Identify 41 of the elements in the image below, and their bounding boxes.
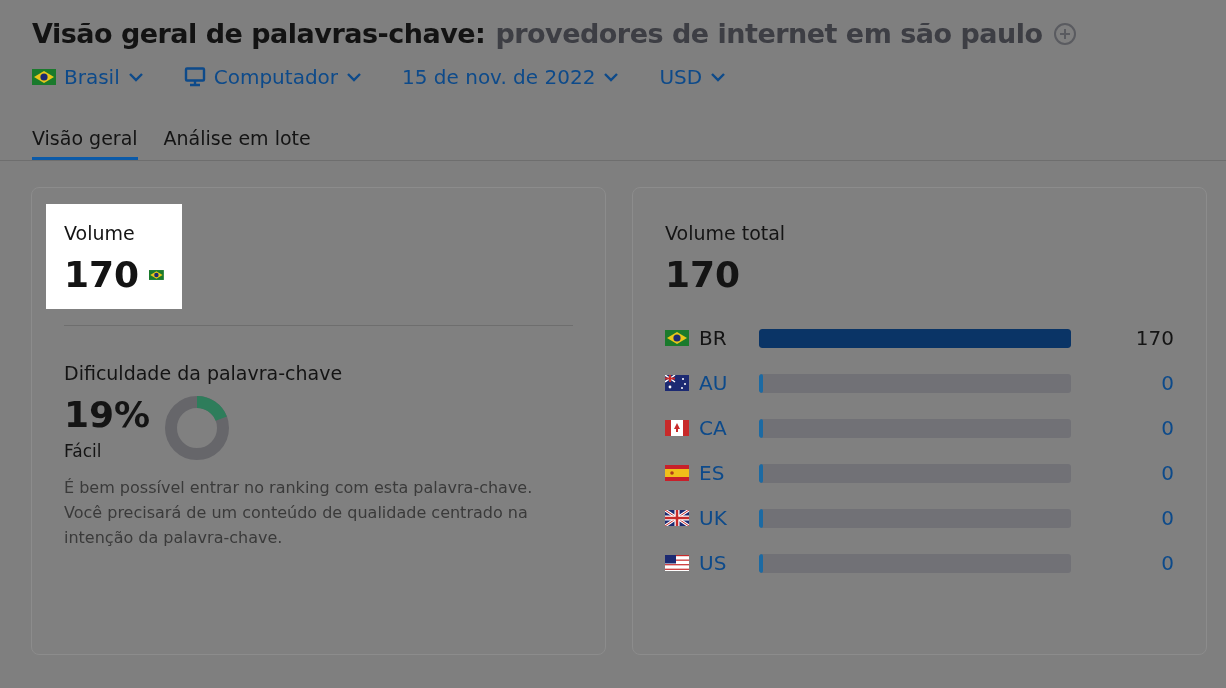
count-link[interactable]: 0 xyxy=(1071,416,1174,440)
country-link[interactable]: UK xyxy=(699,506,759,530)
chevron-down-icon xyxy=(127,72,144,82)
country-code: BR xyxy=(699,326,728,350)
tab[interactable]: Visão geral xyxy=(32,127,138,160)
volume-value: 170 xyxy=(64,254,140,295)
flag-icon xyxy=(665,330,689,346)
flag-icon xyxy=(665,510,689,526)
chevron-down-icon xyxy=(710,72,727,82)
count-link[interactable]: 0 xyxy=(1071,371,1174,395)
count-link[interactable]: 0 xyxy=(1071,551,1174,575)
difficulty-rating: Fácil xyxy=(64,441,103,461)
count-link[interactable]: 0 xyxy=(1071,506,1174,530)
filter-dropdown[interactable]: Computador xyxy=(183,65,363,89)
country-link[interactable]: AU xyxy=(699,371,759,395)
filter-dropdown[interactable]: 15 de nov. de 2022 xyxy=(402,65,620,89)
flag-icon xyxy=(665,465,689,481)
chevron-down-icon xyxy=(346,72,363,82)
chevron-down-icon xyxy=(603,72,620,82)
difficulty-label: Dificuldade da palavra-chave xyxy=(64,362,344,384)
total-volume-value: 170 xyxy=(665,254,741,295)
difficulty-description: É bem possível entrar no ranking com esta palavra-chave. Você precisará de um conteúdo de qualidade centrado na intenção da palavra-chave. xyxy=(64,477,534,549)
filter-dropdown[interactable]: Brasil xyxy=(32,65,144,89)
difficulty-value: 19% xyxy=(64,394,151,435)
page-title: Visão geral de palavras-chave: xyxy=(32,18,486,49)
volume-label: Volume xyxy=(64,222,136,244)
total-volume-label: Volume total xyxy=(665,222,787,244)
tab[interactable]: Análise em lote xyxy=(163,127,311,160)
keyword-text: provedores de internet em são paulo xyxy=(495,18,1043,49)
monitor-icon xyxy=(183,67,206,87)
flag-icon xyxy=(665,420,689,436)
country-count: 170 xyxy=(1134,326,1174,350)
add-icon[interactable] xyxy=(1052,21,1077,46)
flag-icon xyxy=(665,555,689,571)
country-link[interactable]: CA xyxy=(699,416,759,440)
flag-icon xyxy=(665,375,689,391)
flag-icon xyxy=(32,69,56,85)
country-link[interactable]: US xyxy=(699,551,759,575)
count-link[interactable]: 0 xyxy=(1071,461,1174,485)
country-link[interactable]: ES xyxy=(699,461,759,485)
filter-dropdown[interactable]: USD xyxy=(659,65,727,89)
